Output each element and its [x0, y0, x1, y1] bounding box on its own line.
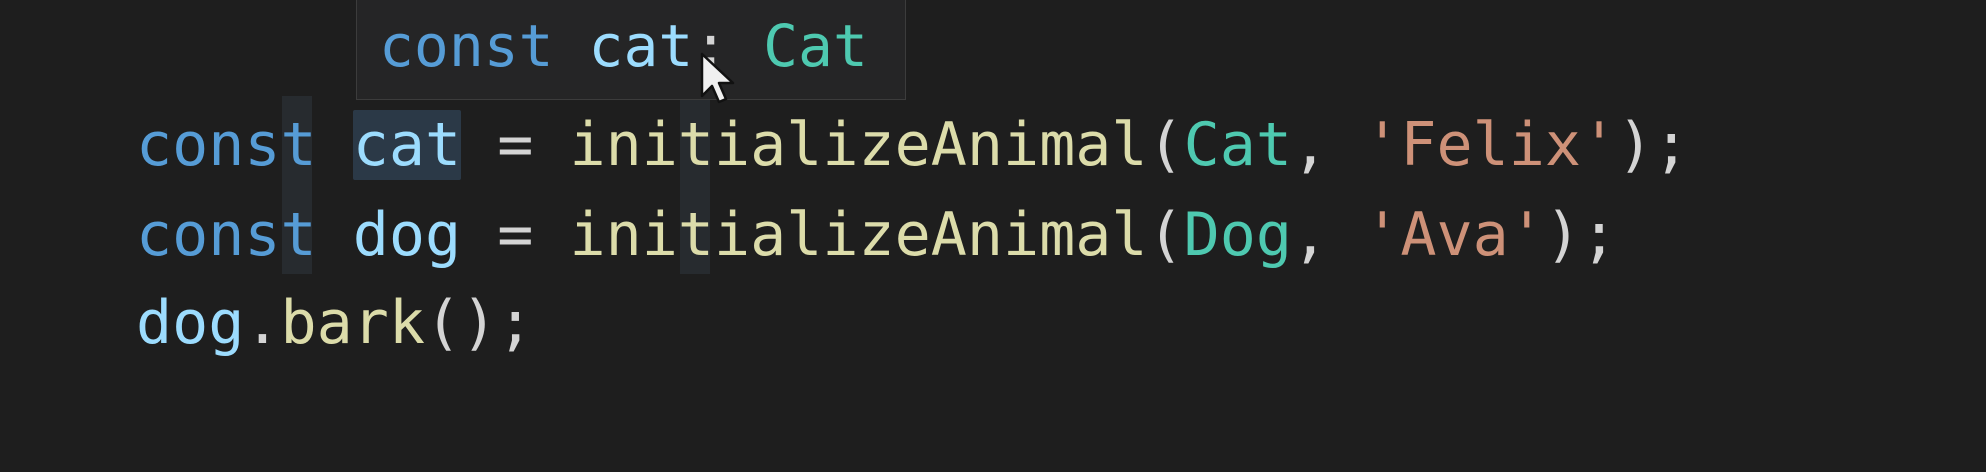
tooltip-type: Cat [763, 12, 868, 80]
code-line-1[interactable]: const cat = initializeAnimal(Cat, 'Felix… [136, 102, 1689, 188]
operator-token: = [497, 200, 534, 270]
code-line-3[interactable]: dog.bark(); [136, 280, 533, 366]
method-token[interactable]: bark [281, 288, 426, 358]
comma-token: , [1291, 110, 1329, 180]
comma-token: , [1291, 200, 1329, 270]
close-token: ); [1544, 200, 1618, 270]
keyword-token: const [136, 110, 317, 180]
mouse-pointer-icon [700, 52, 735, 104]
close-token: ); [1617, 110, 1690, 180]
hover-type-tooltip: const cat: Cat [356, 0, 906, 100]
type-token[interactable]: Cat [1184, 110, 1292, 180]
variable-token[interactable]: dog [136, 288, 244, 358]
paren-token: ( [1147, 110, 1184, 180]
code-editor[interactable]: const cat = initializeAnimal(Cat, 'Felix… [0, 0, 1986, 472]
tooltip-identifier: cat [588, 12, 694, 80]
operator-token: = [497, 110, 534, 180]
keyword-token: const [136, 200, 317, 270]
string-token: 'Ava' [1364, 200, 1545, 270]
paren-token: ( [1147, 200, 1184, 270]
variable-token-hovered[interactable]: cat [352, 110, 462, 180]
string-token: 'Felix' [1364, 110, 1618, 180]
call-token: (); [425, 288, 534, 358]
variable-token[interactable]: dog [353, 200, 461, 270]
function-token[interactable]: initializeAnimal [570, 200, 1148, 270]
code-line-2[interactable]: const dog = initializeAnimal(Dog, 'Ava')… [136, 192, 1617, 278]
dot-token: . [244, 288, 281, 358]
function-token[interactable]: initializeAnimal [570, 110, 1148, 180]
type-token[interactable]: Dog [1184, 200, 1292, 270]
tooltip-keyword: const [379, 12, 554, 80]
